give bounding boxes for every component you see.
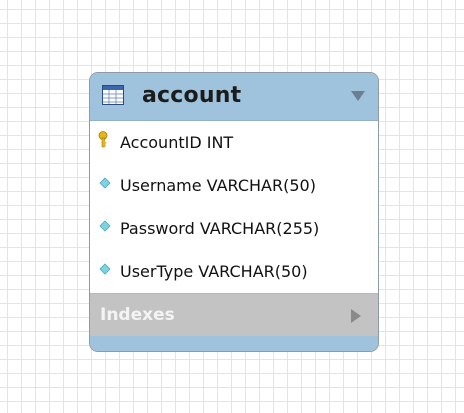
column-diamond-icon <box>99 177 111 189</box>
column-row[interactable]: Username VARCHAR(50) <box>90 166 378 206</box>
column-row[interactable]: Password VARCHAR(255) <box>90 209 378 249</box>
column-name: UserType VARCHAR(50) <box>120 262 308 281</box>
expand-triangle-icon[interactable] <box>350 308 362 324</box>
table-name: account <box>142 83 242 108</box>
indexes-section[interactable]: Indexes <box>90 293 378 336</box>
table-footer-bar <box>90 336 378 351</box>
column-name: AccountID INT <box>120 133 234 152</box>
primary-key-icon <box>98 131 108 148</box>
table-icon <box>102 85 124 105</box>
indexes-label: Indexes <box>100 305 175 325</box>
column-diamond-icon <box>99 263 111 275</box>
column-name: Username VARCHAR(50) <box>120 176 316 195</box>
column-diamond-icon <box>99 220 111 232</box>
column-row[interactable]: AccountID INT <box>90 123 378 163</box>
column-row[interactable]: UserType VARCHAR(50) <box>90 252 378 292</box>
table-header[interactable]: account <box>90 73 378 121</box>
collapse-triangle-icon[interactable] <box>350 90 366 102</box>
table-entity-account[interactable]: account AccountID INT Username VARCHAR(5… <box>89 72 379 352</box>
columns-list: AccountID INT Username VARCHAR(50) Passw… <box>90 121 378 293</box>
diagram-canvas[interactable]: account AccountID INT Username VARCHAR(5… <box>0 0 464 413</box>
column-name: Password VARCHAR(255) <box>120 219 320 238</box>
